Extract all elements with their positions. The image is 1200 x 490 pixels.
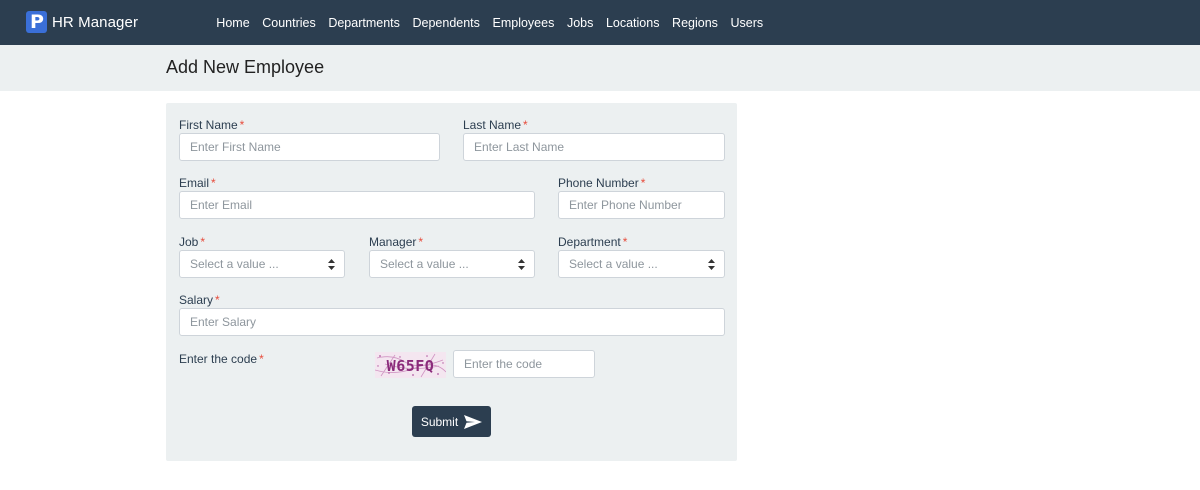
- first-name-input[interactable]: Enter First Name: [179, 133, 440, 161]
- phone-label-text: Phone Number: [558, 176, 639, 190]
- nav-link-dependents[interactable]: Dependents: [406, 16, 486, 30]
- manager-label-text: Manager: [369, 235, 417, 249]
- brand-name: HR Manager: [52, 13, 139, 31]
- phone-label: Phone Number *: [558, 176, 645, 190]
- manager-select[interactable]: Select a value ...: [369, 250, 535, 278]
- email-label-text: Email: [179, 176, 210, 190]
- navbar: P HR Manager Home Countries Departments …: [0, 0, 1200, 45]
- brand[interactable]: P HR Manager: [26, 11, 138, 33]
- nav-link-regions[interactable]: Regions: [666, 16, 724, 30]
- manager-label: Manager *: [369, 235, 423, 249]
- submit-label: Submit: [420, 414, 459, 429]
- nav-link-departments[interactable]: Departments: [322, 16, 406, 30]
- nav-link-countries[interactable]: Countries: [256, 16, 322, 30]
- required-marker: *: [211, 176, 216, 190]
- job-label: Job *: [179, 235, 205, 249]
- code-label-text: Enter the code: [179, 352, 258, 366]
- department-label-text: Department: [558, 235, 621, 249]
- salary-label: Salary *: [179, 293, 220, 307]
- brand-logo: P: [26, 11, 47, 33]
- job-label-text: Job: [179, 235, 199, 249]
- required-marker: *: [640, 176, 646, 190]
- required-marker: *: [418, 235, 424, 249]
- submit-button[interactable]: Submit: [412, 406, 491, 437]
- brand-logo-letter: P: [30, 11, 44, 33]
- required-marker: *: [523, 118, 528, 132]
- page-header: Add New Employee: [0, 45, 1200, 91]
- salary-input[interactable]: Enter Salary: [179, 308, 725, 336]
- first-name-label-text: First Name: [179, 118, 238, 132]
- department-label: Department *: [558, 235, 627, 249]
- email-input[interactable]: Enter Email: [179, 191, 535, 219]
- required-marker: *: [215, 293, 220, 307]
- last-name-label-text: Last Name: [463, 118, 522, 132]
- required-marker: *: [622, 235, 628, 249]
- nav-link-locations[interactable]: Locations: [600, 16, 666, 30]
- captcha-image: W65FQ: [375, 352, 446, 378]
- nav-link-jobs[interactable]: Jobs: [561, 16, 600, 30]
- last-name-label: Last Name *: [463, 118, 528, 132]
- paper-plane-icon: [464, 414, 483, 429]
- employee-form: First Name * Enter First Name Last Name * …: [166, 103, 737, 461]
- sort-caret-icon: [518, 259, 525, 270]
- manager-select-value: Select a value ...: [380, 257, 469, 271]
- job-select[interactable]: Select a value ...: [179, 250, 345, 278]
- first-name-label: First Name *: [179, 118, 244, 132]
- nav-link-employees[interactable]: Employees: [486, 16, 560, 30]
- last-name-input[interactable]: Enter Last Name: [463, 133, 725, 161]
- required-marker: *: [259, 352, 264, 366]
- page-title: Add New Employee: [166, 57, 325, 77]
- nav-link-users[interactable]: Users: [724, 16, 769, 30]
- phone-input[interactable]: Enter Phone Number: [558, 191, 725, 219]
- department-select-value: Select a value ...: [569, 257, 658, 271]
- job-select-value: Select a value ...: [190, 257, 279, 271]
- department-select[interactable]: Select a value ...: [558, 250, 725, 278]
- sort-caret-icon: [328, 259, 335, 270]
- salary-label-text: Salary: [179, 293, 214, 307]
- sort-caret-icon: [708, 259, 715, 270]
- code-input[interactable]: Enter the code: [453, 350, 595, 378]
- required-marker: *: [239, 118, 245, 132]
- nav-links: Home Countries Departments Dependents Em…: [210, 0, 769, 45]
- nav-link-home[interactable]: Home: [210, 16, 256, 30]
- required-marker: *: [200, 235, 206, 249]
- code-label: Enter the code *: [179, 352, 264, 366]
- email-label: Email *: [179, 176, 216, 190]
- captcha-text: W65FQ: [387, 357, 435, 375]
